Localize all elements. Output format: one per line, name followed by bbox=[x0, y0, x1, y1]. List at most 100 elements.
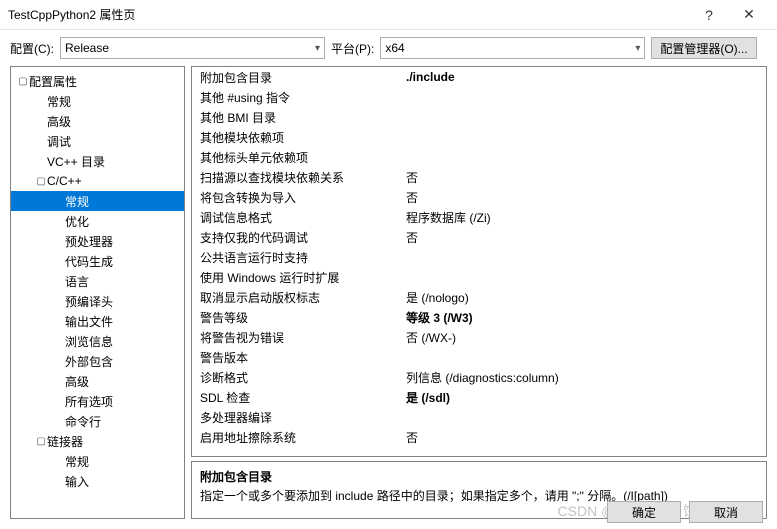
grid-row[interactable]: 将包含转换为导入否 bbox=[192, 187, 766, 207]
window-title: TestCppPython2 属性页 bbox=[8, 6, 689, 23]
config-manager-button[interactable]: 配置管理器(O)... bbox=[651, 37, 756, 59]
tree-item[interactable]: 常规 bbox=[11, 191, 184, 211]
tree-pane[interactable]: ▢配置属性常规高级调试VC++ 目录▢C/C++常规优化预处理器代码生成语言预编… bbox=[10, 66, 185, 519]
tree-item-label: 高级 bbox=[47, 113, 71, 130]
grid-row[interactable]: 其他模块依赖项 bbox=[192, 127, 766, 147]
grid-label: 使用 Windows 运行时扩展 bbox=[192, 269, 402, 286]
property-grid[interactable]: 附加包含目录./include其他 #using 指令其他 BMI 目录其他模块… bbox=[191, 66, 767, 457]
tree-item[interactable]: 常规 bbox=[11, 91, 184, 111]
tree-item[interactable]: 调试 bbox=[11, 131, 184, 151]
toolbar: 配置(C): Release ▾ 平台(P): x64 ▾ 配置管理器(O)..… bbox=[0, 30, 777, 66]
cancel-button[interactable]: 取消 bbox=[689, 501, 763, 523]
platform-combo[interactable]: x64 ▾ bbox=[380, 37, 645, 59]
grid-value: 否 bbox=[402, 169, 766, 186]
tree-item[interactable]: 优化 bbox=[11, 211, 184, 231]
grid-row[interactable]: 附加包含目录./include bbox=[192, 67, 766, 87]
grid-row[interactable]: 诊断格式列信息 (/diagnostics:column) bbox=[192, 367, 766, 387]
footer: 确定 取消 bbox=[607, 501, 763, 523]
body: ▢配置属性常规高级调试VC++ 目录▢C/C++常规优化预处理器代码生成语言预编… bbox=[0, 66, 777, 529]
grid-row[interactable]: 取消显示启动版权标志是 (/nologo) bbox=[192, 287, 766, 307]
config-combo[interactable]: Release ▾ bbox=[60, 37, 325, 59]
grid-row[interactable]: 警告等级等级 3 (/W3) bbox=[192, 307, 766, 327]
grid-label: 其他 BMI 目录 bbox=[192, 109, 402, 126]
tree-item[interactable]: 输入 bbox=[11, 471, 184, 491]
grid-value: 是 (/nologo) bbox=[402, 289, 766, 306]
grid-value: 否 bbox=[402, 229, 766, 246]
grid-label: 多处理器编译 bbox=[192, 409, 402, 426]
expander-icon[interactable]: ▢ bbox=[17, 76, 29, 87]
close-button[interactable]: ✕ bbox=[729, 6, 769, 23]
grid-label: 警告等级 bbox=[192, 309, 402, 326]
grid-row[interactable]: 其他 BMI 目录 bbox=[192, 107, 766, 127]
grid-row[interactable]: 其他标头单元依赖项 bbox=[192, 147, 766, 167]
grid-row[interactable]: 公共语言运行时支持 bbox=[192, 247, 766, 267]
grid-value: 程序数据库 (/Zi) bbox=[402, 209, 766, 226]
grid-label: 附加包含目录 bbox=[192, 69, 402, 86]
help-button[interactable]: ? bbox=[689, 7, 729, 23]
tree-item[interactable]: 高级 bbox=[11, 371, 184, 391]
config-value: Release bbox=[65, 41, 315, 55]
grid-label: SDL 检查 bbox=[192, 389, 402, 406]
grid-row[interactable]: 启用地址擦除系统否 bbox=[192, 427, 766, 447]
platform-label: 平台(P): bbox=[331, 40, 374, 57]
grid-row[interactable]: 其他 #using 指令 bbox=[192, 87, 766, 107]
tree-item-label: 输出文件 bbox=[65, 313, 113, 330]
tree-item-label: 调试 bbox=[47, 133, 71, 150]
grid-row[interactable]: 多处理器编译 bbox=[192, 407, 766, 427]
config-label: 配置(C): bbox=[10, 40, 54, 57]
tree-item-label: 输入 bbox=[65, 473, 89, 490]
tree-item-label: 代码生成 bbox=[65, 253, 113, 270]
tree-item[interactable]: VC++ 目录 bbox=[11, 151, 184, 171]
tree-item-label: 命令行 bbox=[65, 413, 101, 430]
grid-value: 否 bbox=[402, 189, 766, 206]
grid-label: 其他标头单元依赖项 bbox=[192, 149, 402, 166]
grid-label: 将包含转换为导入 bbox=[192, 189, 402, 206]
expander-icon[interactable]: ▢ bbox=[35, 176, 47, 187]
tree-item[interactable]: ▢配置属性 bbox=[11, 71, 184, 91]
tree-item[interactable]: 预处理器 bbox=[11, 231, 184, 251]
tree-item[interactable]: ▢C/C++ bbox=[11, 171, 184, 191]
tree-item-label: 语言 bbox=[65, 273, 89, 290]
grid-label: 警告版本 bbox=[192, 349, 402, 366]
tree-item-label: VC++ 目录 bbox=[47, 153, 105, 170]
grid-row[interactable]: 扫描源以查找模块依赖关系否 bbox=[192, 167, 766, 187]
titlebar: TestCppPython2 属性页 ? ✕ bbox=[0, 0, 777, 30]
expander-icon[interactable]: ▢ bbox=[35, 436, 47, 447]
grid-row[interactable]: 将警告视为错误否 (/WX-) bbox=[192, 327, 766, 347]
tree-item[interactable]: 外部包含 bbox=[11, 351, 184, 371]
tree-item[interactable]: 浏览信息 bbox=[11, 331, 184, 351]
platform-value: x64 bbox=[385, 41, 635, 55]
grid-label: 公共语言运行时支持 bbox=[192, 249, 402, 266]
grid-row[interactable]: SDL 检查是 (/sdl) bbox=[192, 387, 766, 407]
grid-label: 支持仅我的代码调试 bbox=[192, 229, 402, 246]
grid-label: 取消显示启动版权标志 bbox=[192, 289, 402, 306]
tree-item-label: 浏览信息 bbox=[65, 333, 113, 350]
tree-item-label: 配置属性 bbox=[29, 73, 77, 90]
grid-row[interactable]: 警告版本 bbox=[192, 347, 766, 367]
grid-label: 诊断格式 bbox=[192, 369, 402, 386]
grid-value: 是 (/sdl) bbox=[402, 389, 766, 406]
tree-item[interactable]: ▢链接器 bbox=[11, 431, 184, 451]
tree-item[interactable]: 代码生成 bbox=[11, 251, 184, 271]
tree-item[interactable]: 输出文件 bbox=[11, 311, 184, 331]
tree-item-label: 常规 bbox=[65, 453, 89, 470]
grid-label: 调试信息格式 bbox=[192, 209, 402, 226]
tree-item-label: 优化 bbox=[65, 213, 89, 230]
tree-item[interactable]: 高级 bbox=[11, 111, 184, 131]
grid-row[interactable]: 使用 Windows 运行时扩展 bbox=[192, 267, 766, 287]
chevron-down-icon: ▾ bbox=[635, 43, 640, 54]
grid-value: 否 bbox=[402, 429, 766, 446]
tree-item[interactable]: 语言 bbox=[11, 271, 184, 291]
grid-row[interactable]: 调试信息格式程序数据库 (/Zi) bbox=[192, 207, 766, 227]
grid-label: 其他模块依赖项 bbox=[192, 129, 402, 146]
tree-item[interactable]: 所有选项 bbox=[11, 391, 184, 411]
tree-item[interactable]: 命令行 bbox=[11, 411, 184, 431]
grid-row[interactable]: 支持仅我的代码调试否 bbox=[192, 227, 766, 247]
tree-item[interactable]: 预编译头 bbox=[11, 291, 184, 311]
grid-value: 列信息 (/diagnostics:column) bbox=[402, 369, 766, 386]
tree-item-label: 预处理器 bbox=[65, 233, 113, 250]
tree-item-label: 高级 bbox=[65, 373, 89, 390]
ok-button[interactable]: 确定 bbox=[607, 501, 681, 523]
tree-item-label: 链接器 bbox=[47, 433, 83, 450]
tree-item[interactable]: 常规 bbox=[11, 451, 184, 471]
